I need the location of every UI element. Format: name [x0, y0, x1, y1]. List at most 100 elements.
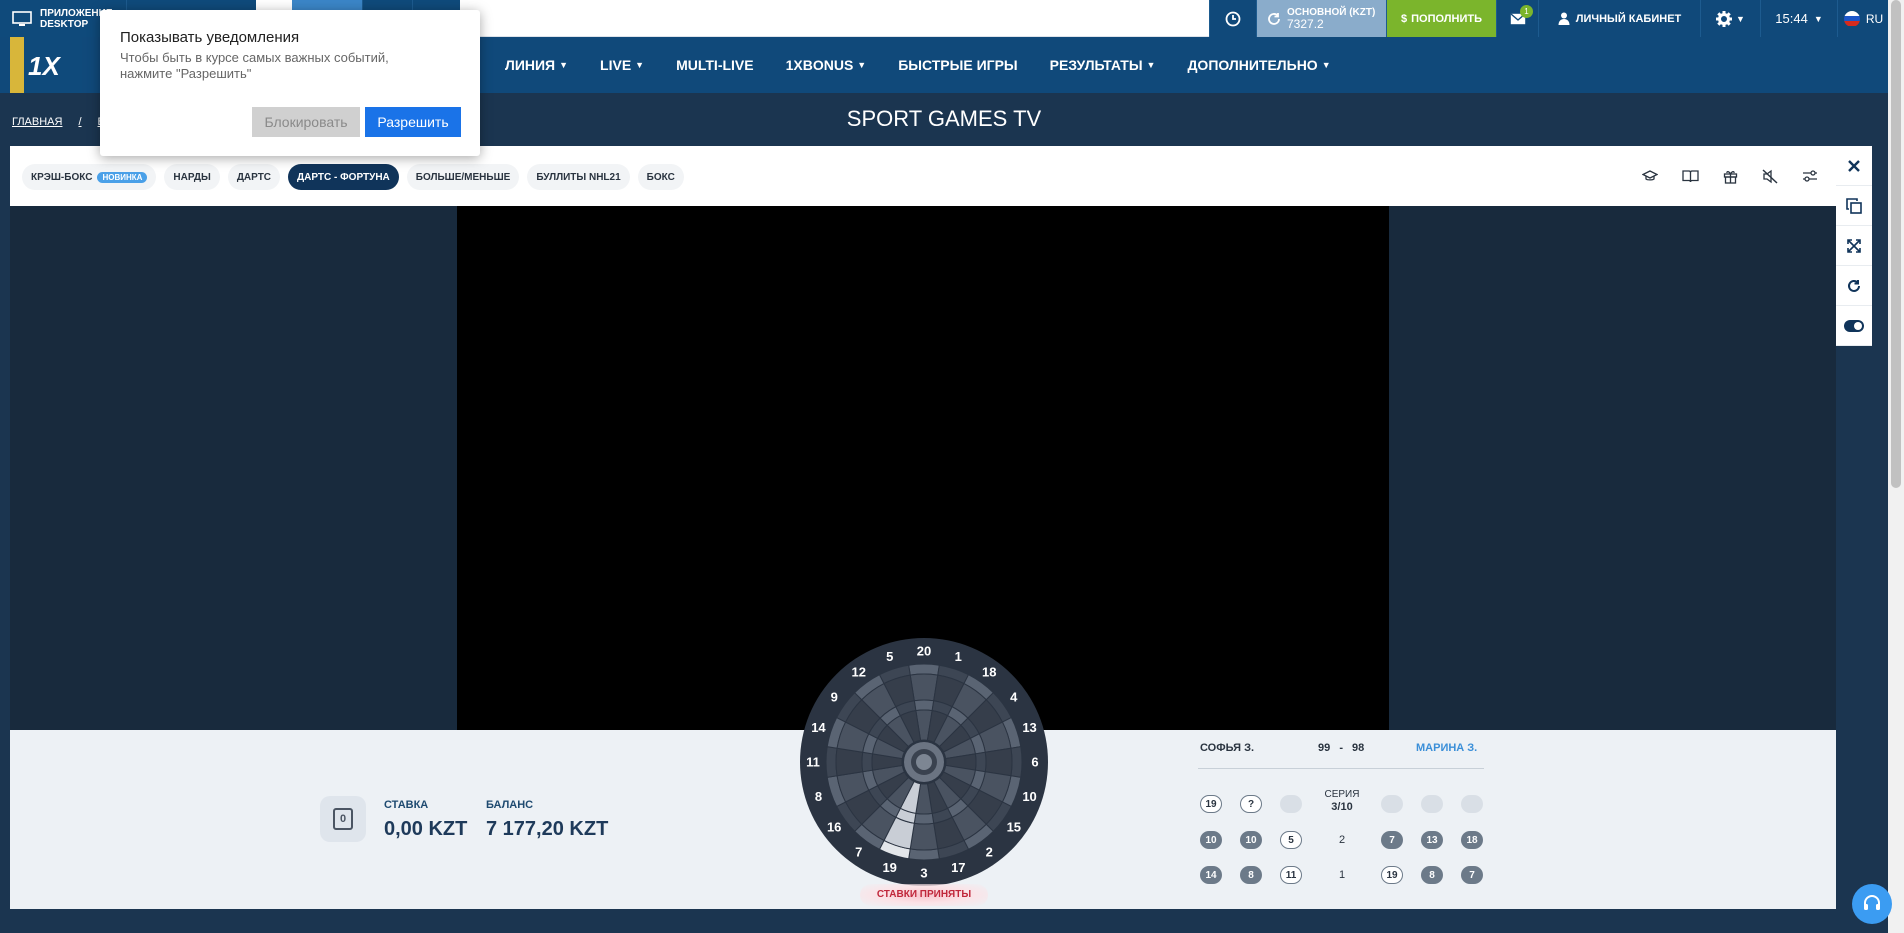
settings-toggle-button[interactable] [1800, 166, 1820, 186]
bullseye[interactable] [916, 754, 932, 770]
fullscreen-button[interactable] [1836, 226, 1872, 266]
dartboard-segment[interactable] [1010, 746, 1023, 778]
dartboard-number: 20 [917, 644, 931, 659]
game-tab[interactable]: БОКС [637, 164, 684, 190]
chevron-down-icon: ▼ [1146, 60, 1156, 70]
dartboard[interactable]: 20 1 18 4 13 6 10 15 2 17 3 19 7 16 8 11 14 9 12 5 [800, 638, 1048, 886]
dartboard-number: 6 [1031, 755, 1038, 770]
dartboard-number: 1 [955, 649, 962, 664]
close-icon [1848, 159, 1860, 172]
cabinet-label: ЛИЧНЫЙ КАБИНЕТ [1575, 12, 1682, 25]
page-scrollbar[interactable] [1888, 0, 1904, 933]
time-button[interactable]: 15:44 ▼ [1760, 0, 1837, 37]
player2-throw: 19 [1381, 866, 1403, 884]
nav-item-label: LIVE [600, 57, 632, 73]
dartboard-segment[interactable] [825, 746, 838, 778]
series-value: 3/10 [1331, 801, 1353, 813]
toggle-icon [1844, 319, 1864, 332]
dartboard-segment[interactable] [835, 747, 864, 777]
notification-permission-popup: Показывать уведомления Чтобы быть в курс… [100, 10, 480, 156]
personal-cabinet-button[interactable]: ЛИЧНЫЙ КАБИНЕТ [1538, 0, 1700, 37]
game-tab-label: ДАРТС [236, 171, 272, 183]
popout-button[interactable] [1836, 186, 1872, 226]
game-tab[interactable]: ДАРТС [227, 164, 281, 190]
match-score: 99 - 98 [1318, 742, 1364, 754]
dartboard-number: 2 [986, 844, 993, 859]
game-tab[interactable]: БОЛЬШЕ/МЕНЬШЕ [406, 164, 520, 190]
game-tab[interactable]: КРЭШ-БОКС НОВИНКА [22, 164, 157, 190]
support-chat-button[interactable] [1852, 884, 1892, 924]
scrollbar-thumb[interactable] [1891, 0, 1901, 488]
rules-button[interactable] [1680, 166, 1700, 186]
dartboard-segment[interactable] [913, 699, 935, 712]
allow-button[interactable]: Разрешить [365, 107, 461, 137]
chip-selector[interactable]: 0 [320, 796, 366, 842]
dartboard-number: 14 [811, 720, 826, 735]
dartboard-segment[interactable] [908, 663, 940, 676]
game-tab[interactable]: ДАРТС - ФОРТУНА [288, 164, 399, 190]
nav-item[interactable]: LIVE ▼ [600, 57, 644, 73]
sound-button[interactable] [1760, 166, 1780, 186]
player1-throw [1280, 795, 1302, 813]
new-badge: НОВИНКА [97, 171, 148, 183]
time-value: 15:44 [1775, 11, 1808, 26]
settings-button[interactable]: ▼ [1700, 0, 1760, 37]
dartboard-segment[interactable] [984, 747, 1013, 777]
dartboard-number: 19 [882, 860, 896, 875]
messages-button[interactable]: 1 [1496, 0, 1538, 37]
game-tab-label: БОКС [646, 171, 675, 183]
logo[interactable]: 1X [10, 37, 82, 93]
dartboard-number: 10 [1022, 789, 1036, 804]
series-label: СЕРИЯ [1324, 789, 1360, 800]
dartboard-segment[interactable] [908, 848, 940, 861]
dartboard-number: 18 [982, 665, 996, 680]
nav-item[interactable]: БЫСТРЫЕ ИГРЫ [898, 57, 1017, 73]
chevron-down-icon: ▼ [1736, 13, 1745, 24]
round-number: 1 [1338, 869, 1346, 881]
reload-button[interactable] [1836, 266, 1872, 306]
block-button[interactable]: Блокировать [252, 107, 360, 137]
nav-item[interactable]: РЕЗУЛЬТАТЫ ▼ [1050, 57, 1156, 73]
nav-item[interactable]: ДОПОЛНИТЕЛЬНО ▼ [1187, 57, 1330, 73]
dartboard-segment[interactable] [913, 812, 935, 825]
toggle-button[interactable] [1836, 306, 1872, 346]
nav-item-label: БЫСТРЫЕ ИГРЫ [898, 57, 1018, 73]
history-button[interactable] [1209, 0, 1256, 37]
player2-throw [1421, 795, 1443, 813]
bonus-button[interactable] [1720, 166, 1740, 186]
logo-text: 1X [24, 37, 82, 93]
dartboard-segment[interactable] [974, 751, 987, 773]
dartboard-segment[interactable] [909, 822, 939, 851]
dartboard-number: 15 [1007, 820, 1021, 835]
deposit-button[interactable]: $ ПОПОЛНИТЬ [1386, 0, 1496, 37]
book-icon [1681, 170, 1699, 183]
copy-window-icon [1846, 197, 1862, 214]
dartboard-segment[interactable] [861, 751, 874, 773]
deposit-label: ПОПОЛНИТЬ [1411, 12, 1482, 25]
close-button[interactable] [1836, 146, 1872, 186]
score-separator: - [1339, 742, 1343, 754]
player2-throw: 7 [1381, 831, 1403, 849]
breadcrumb-home[interactable]: ГЛАВНАЯ [12, 116, 62, 128]
player2-throw [1381, 795, 1403, 813]
game-tab-label: БОЛЬШЕ/МЕНЬШЕ [415, 171, 511, 183]
game-tab-label: КРЭШ-БОКС [31, 171, 93, 183]
nav-item[interactable]: 1XBONUS ▼ [786, 57, 867, 73]
popup-title: Показывать уведомления [120, 29, 300, 46]
sliders-icon [1803, 170, 1817, 182]
account-balance[interactable]: ОСНОВНОЙ (KZT) 7327.2 [1256, 0, 1386, 37]
nav-item[interactable]: ЛИНИЯ ▼ [505, 57, 568, 73]
game-tab[interactable]: БУЛЛИТЫ NHL21 [527, 164, 630, 190]
player1-score: 99 [1318, 742, 1331, 754]
tutorial-button[interactable] [1640, 166, 1660, 186]
nav-item[interactable]: MULTI-LIVE [676, 57, 754, 73]
side-toolbar [1836, 146, 1872, 346]
gift-icon [1723, 170, 1737, 184]
bets-accepted-status: СТАВКИ ПРИНЯТЫ [860, 884, 988, 906]
game-tab[interactable]: НАРДЫ [164, 164, 220, 190]
stake-value: 0,00 KZT [384, 818, 468, 840]
dartboard-number: 12 [852, 665, 866, 680]
player1-throw: 5 [1280, 831, 1302, 849]
player2-throw [1461, 795, 1483, 813]
dartboard-segment[interactable] [909, 673, 939, 702]
